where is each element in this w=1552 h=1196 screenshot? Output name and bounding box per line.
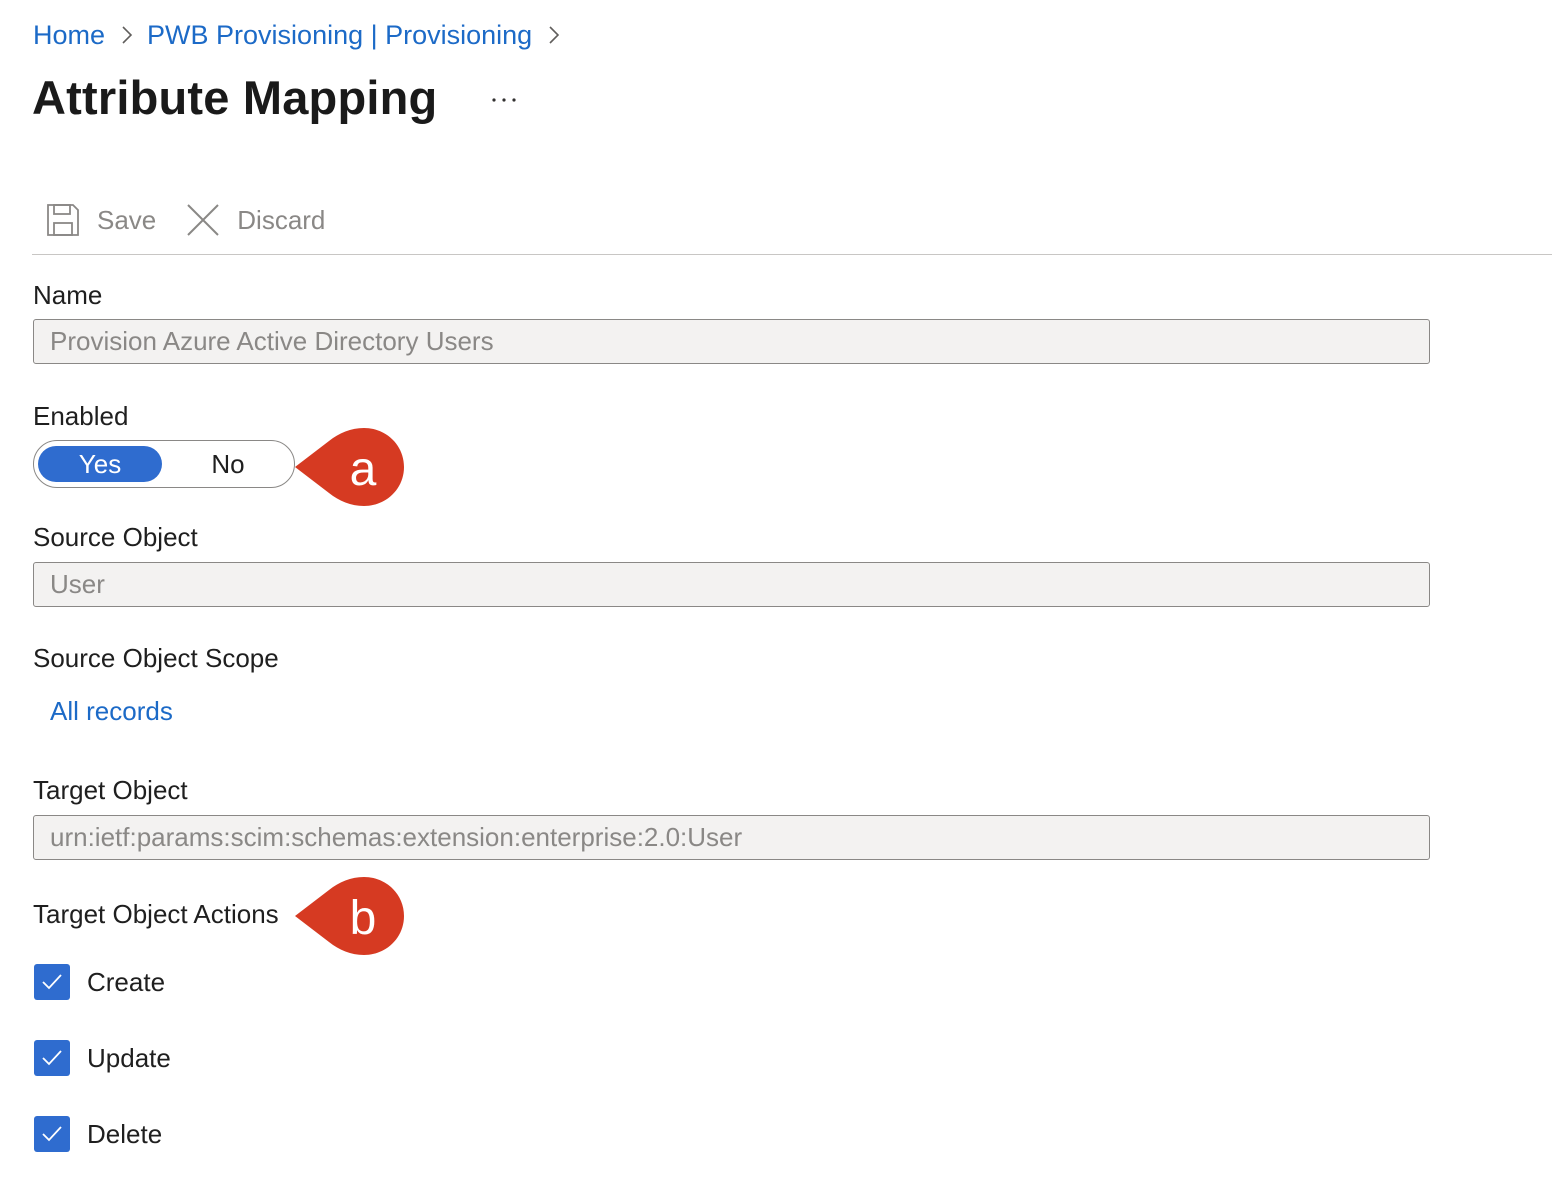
delete-label: Delete	[87, 1118, 163, 1149]
enabled-yes-option[interactable]: Yes	[38, 446, 162, 482]
callout-b-label: b	[350, 892, 377, 945]
enabled-label: Enabled	[33, 401, 129, 431]
toolbar-divider	[32, 254, 1552, 255]
create-checkbox[interactable]	[34, 964, 70, 1000]
command-bar: Save Discard	[46, 198, 355, 242]
discard-label: Discard	[237, 204, 326, 235]
target-object-field[interactable]	[33, 815, 1430, 860]
update-checkbox[interactable]	[34, 1040, 70, 1076]
enabled-no-option[interactable]: No	[166, 446, 290, 482]
more-options-button[interactable]	[488, 80, 520, 120]
delete-checkbox-row[interactable]: Delete	[34, 1116, 162, 1152]
callout-a-label: a	[350, 443, 377, 496]
callout-marker-b: b	[295, 877, 407, 955]
checkmark-icon	[42, 974, 62, 990]
breadcrumb-provisioning-link[interactable]: PWB Provisioning | Provisioning	[147, 20, 532, 51]
checkmark-icon	[42, 1126, 62, 1142]
close-icon	[186, 203, 220, 237]
chevron-right-icon	[548, 25, 560, 45]
update-checkbox-row[interactable]: Update	[34, 1040, 171, 1076]
breadcrumb-home-link[interactable]: Home	[33, 20, 105, 51]
discard-button[interactable]: Discard	[186, 203, 325, 237]
create-label: Create	[87, 966, 166, 997]
target-object-label: Target Object	[33, 775, 188, 805]
callout-marker-a: a	[295, 428, 407, 506]
name-field[interactable]	[33, 319, 1430, 364]
save-button[interactable]: Save	[46, 203, 156, 237]
create-checkbox-row[interactable]: Create	[34, 964, 165, 1000]
checkmark-icon	[42, 1050, 62, 1066]
ellipsis-icon	[492, 98, 516, 102]
name-label: Name	[33, 280, 103, 310]
target-object-actions-label: Target Object Actions	[33, 899, 279, 929]
source-object-label: Source Object	[33, 522, 198, 552]
all-records-link[interactable]: All records	[50, 696, 173, 727]
save-icon	[46, 203, 80, 237]
save-label: Save	[97, 204, 157, 235]
source-object-scope-label: Source Object Scope	[33, 643, 279, 673]
delete-checkbox[interactable]	[34, 1116, 70, 1152]
update-label: Update	[87, 1042, 171, 1073]
enabled-toggle: Yes No	[33, 440, 295, 488]
breadcrumb: Home PWB Provisioning | Provisioning	[33, 14, 574, 56]
page-title: Attribute Mapping	[32, 71, 438, 124]
source-object-field[interactable]	[33, 562, 1430, 607]
chevron-right-icon	[121, 25, 133, 45]
